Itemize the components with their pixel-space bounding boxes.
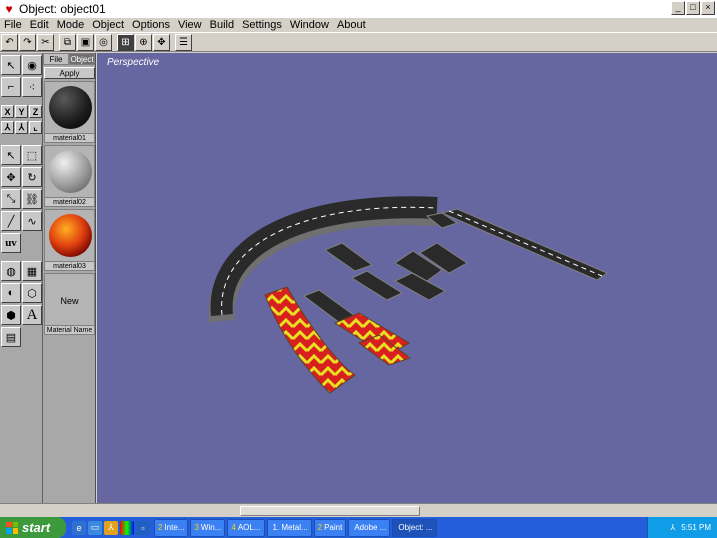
cut-icon[interactable]: ✂: [37, 33, 54, 51]
task-internet[interactable]: 2 Inte...: [154, 518, 189, 537]
quick-launch: e ▭ ⅄ ▫: [72, 520, 150, 535]
menu-about[interactable]: About: [333, 19, 370, 31]
pointer-icon[interactable]: ↖: [1, 55, 21, 75]
perspective-viewport[interactable]: Perspective: [97, 53, 717, 503]
select-all-icon[interactable]: ◎: [95, 33, 112, 51]
app-icon-small[interactable]: ▫: [136, 520, 150, 535]
taskbar: start e ▭ ⅄ ▫ 2 Inte... 3 Win... 4 AOL... 1…: [0, 517, 717, 538]
hexagon-primitive-icon[interactable]: ⬢: [1, 305, 21, 325]
rainbow-icon[interactable]: [120, 520, 134, 535]
menu-mode[interactable]: Mode: [53, 19, 89, 31]
menu-file[interactable]: File: [0, 19, 26, 31]
tools-panel: ↖ ◉ ⌐ ⁖ X Y Z ⅄ ⅄ ⌞ ↖ ⬚ ✥ ↻ ⤡ ⛓ ╱ ∿ uv ◍…: [0, 53, 43, 503]
start-label: start: [22, 520, 51, 535]
tab-file[interactable]: File: [43, 53, 69, 65]
task-object[interactable]: Object: ...: [392, 518, 437, 537]
task-metal[interactable]: 1. Metal...: [266, 518, 312, 537]
window-controls: _ □ ×: [671, 1, 715, 15]
paste-icon[interactable]: ▣: [77, 33, 94, 51]
soccer-primitive-icon[interactable]: ⬡: [22, 283, 42, 303]
materials-panel: File Object Apply material01 material02 …: [43, 53, 96, 503]
window-title: Object: object01: [19, 2, 106, 16]
menu-settings[interactable]: Settings: [238, 19, 286, 31]
link-icon[interactable]: ⛓: [22, 189, 42, 209]
apply-button[interactable]: Apply: [44, 67, 95, 79]
hierarchy-icon[interactable]: ⅄: [1, 121, 14, 134]
select-tool-icon[interactable]: ↖: [1, 145, 21, 165]
scene-canvas: [208, 196, 609, 394]
line-icon[interactable]: ╱: [1, 211, 21, 231]
dots-icon[interactable]: ⁖: [22, 77, 42, 97]
task-windows[interactable]: 3 Win...: [190, 518, 226, 537]
text-tool-button[interactable]: A: [22, 305, 42, 325]
copy-icon[interactable]: ⧉: [59, 33, 76, 51]
curve-icon[interactable]: ∿: [22, 211, 42, 231]
move-tool-icon[interactable]: ✥: [1, 167, 21, 187]
axis-icon[interactable]: ⌐: [1, 77, 21, 97]
tray-aim-icon[interactable]: ⅄: [670, 523, 675, 532]
maximize-button[interactable]: □: [686, 1, 700, 15]
menu-view[interactable]: View: [174, 19, 206, 31]
material-label-3: material03: [44, 261, 95, 271]
menu-edit[interactable]: Edit: [26, 19, 53, 31]
new-material-button[interactable]: New: [44, 273, 95, 329]
marquee-icon[interactable]: ⬚: [22, 145, 42, 165]
material-tabs: File Object: [43, 53, 96, 65]
menu-build[interactable]: Build: [206, 19, 238, 31]
axis-z-toggle[interactable]: Z: [29, 105, 42, 118]
cube-primitive-icon[interactable]: ▦: [22, 261, 42, 281]
system-tray: ⅄ 5:51 PM: [647, 517, 717, 538]
scroll-thumb[interactable]: [240, 506, 420, 516]
menu-options[interactable]: Options: [128, 19, 174, 31]
task-paint[interactable]: 2 Paint: [313, 518, 347, 537]
sphere-primitive-icon[interactable]: ◍: [1, 261, 21, 281]
minimize-button[interactable]: _: [671, 1, 685, 15]
axis-x-toggle[interactable]: X: [1, 105, 14, 118]
material-preview-1: [49, 86, 92, 129]
table-icon[interactable]: ▤: [1, 327, 21, 347]
ie-icon[interactable]: e: [72, 520, 86, 535]
menu-window[interactable]: Window: [286, 19, 333, 31]
aim-icon[interactable]: ⅄: [104, 520, 118, 535]
list-icon[interactable]: ☰: [175, 33, 192, 51]
cylinder-primitive-icon[interactable]: ◐: [1, 283, 21, 303]
corner-icon[interactable]: ⌞: [29, 121, 42, 134]
clock: 5:51 PM: [681, 523, 711, 532]
material-preview-2: [49, 150, 92, 193]
road-segments: [302, 242, 468, 324]
material-slot-3[interactable]: [44, 209, 95, 265]
undo-icon[interactable]: ↶: [1, 33, 18, 51]
material-slot-1[interactable]: [44, 81, 95, 137]
material-name-label: Material Name: [44, 325, 95, 335]
uv-button[interactable]: uv: [1, 233, 21, 253]
material-preview-3: [49, 214, 92, 257]
eye-icon[interactable]: ◉: [22, 55, 42, 75]
target-icon[interactable]: ⊕: [135, 33, 152, 51]
menu-object[interactable]: Object: [88, 19, 128, 31]
material-label-1: material01: [44, 133, 95, 143]
scale-icon[interactable]: ⤡: [1, 189, 21, 209]
material-label-2: material02: [44, 197, 95, 207]
toolbar: ↶ ↷ ✂ ⧉ ▣ ◎ ⊞ ⊕ ✥ ☰: [0, 32, 717, 52]
close-button[interactable]: ×: [701, 1, 715, 15]
rotate-icon[interactable]: ↻: [22, 167, 42, 187]
task-aol[interactable]: 4 AOL...: [227, 518, 265, 537]
task-adobe[interactable]: Adobe ...: [348, 518, 391, 537]
menu-bar: File Edit Mode Object Options View Build…: [0, 18, 717, 32]
desktop-icon[interactable]: ▭: [88, 520, 102, 535]
horizontal-scrollbar[interactable]: [0, 503, 717, 517]
tab-object[interactable]: Object: [69, 53, 95, 65]
axis-y-toggle[interactable]: Y: [15, 105, 28, 118]
windows-logo-icon: [6, 521, 18, 534]
material-slot-2[interactable]: [44, 145, 95, 201]
title-bar: ♥ Object: object01 _ □ ×: [0, 0, 717, 18]
redo-icon[interactable]: ↷: [19, 33, 36, 51]
grid-icon[interactable]: ⊞: [117, 33, 134, 51]
move-icon[interactable]: ✥: [153, 33, 170, 51]
start-button[interactable]: start: [0, 517, 66, 538]
app-icon: ♥: [5, 2, 13, 16]
hierarchy-child-icon[interactable]: ⅄: [15, 121, 28, 134]
